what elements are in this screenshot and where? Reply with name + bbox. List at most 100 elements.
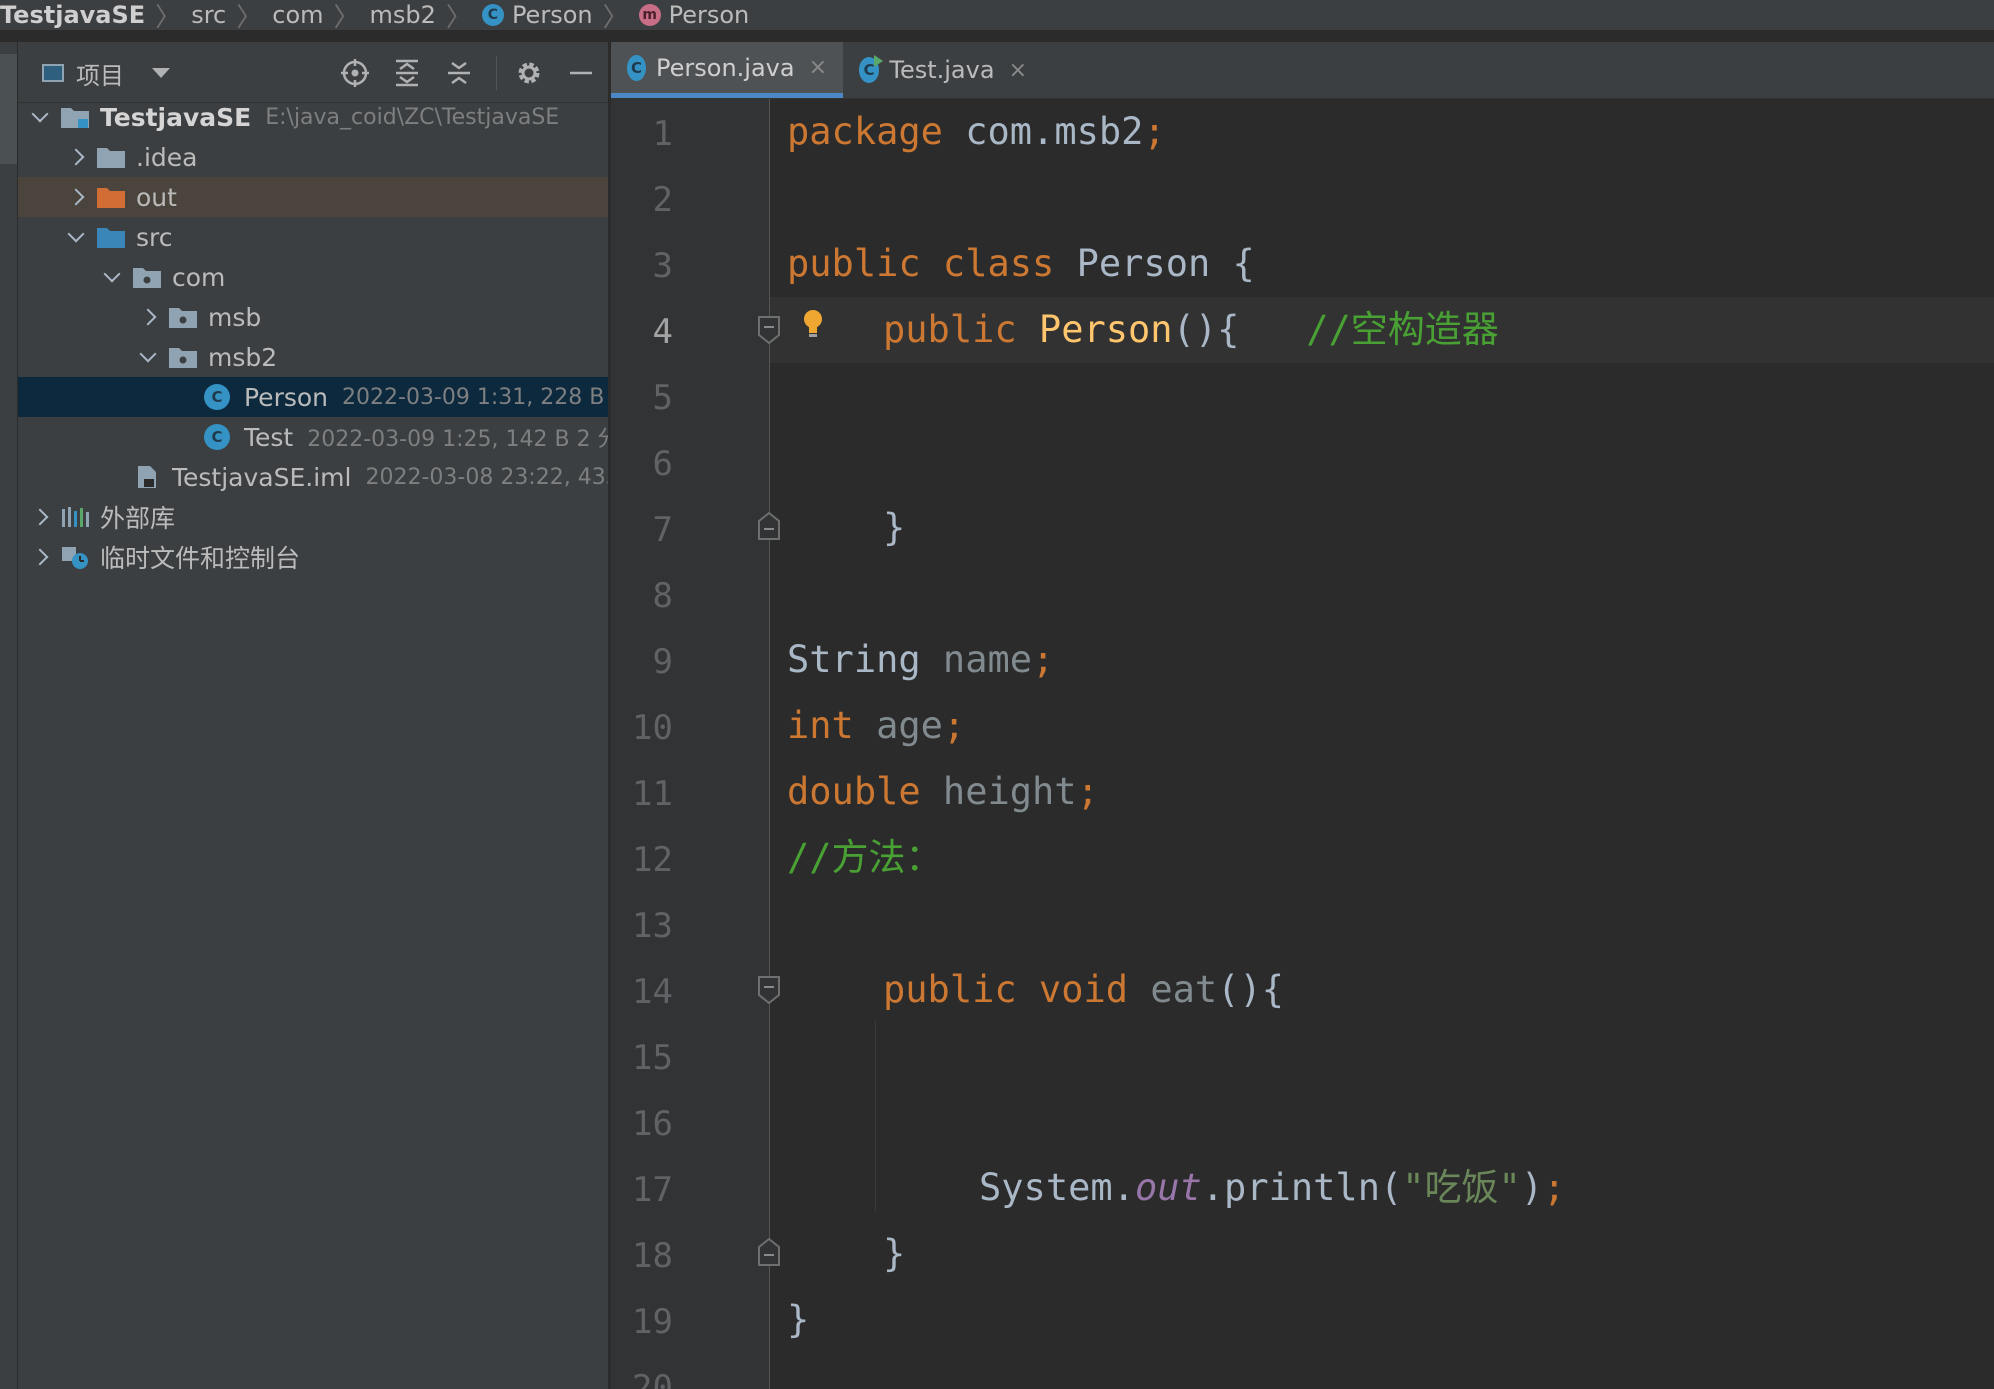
class-icon: C — [204, 384, 230, 410]
expand-all-icon — [396, 59, 418, 87]
locate-file-button[interactable] — [340, 58, 370, 88]
breadcrumb-separator: 〉 — [445, 2, 472, 31]
code-line-19: } — [787, 1298, 810, 1341]
minimize-icon — [570, 71, 592, 75]
chevron-down-icon[interactable] — [136, 345, 160, 363]
code-line-12: //方法： — [787, 836, 943, 879]
tree-item-external-libraries[interactable]: 外部库 — [18, 497, 618, 537]
line-number: 12 — [632, 840, 673, 880]
project-panel: 项目 TestjavaSE E:\java_coid\ZC\TestjavaSE… — [18, 42, 762, 1389]
line-number: 5 — [652, 378, 673, 418]
breadcrumb-item-class[interactable]: C Person — [481, 1, 593, 29]
tree-item-label: Test — [244, 422, 294, 452]
line-number: 20 — [632, 1368, 673, 1389]
breadcrumb-item-msb2[interactable]: msb2 — [370, 1, 436, 29]
tree-item-label: src — [136, 222, 173, 252]
line-number: 9 — [652, 642, 673, 682]
breadcrumb-separator: 〉 — [236, 2, 263, 31]
chevron-down-icon[interactable] — [100, 265, 124, 283]
tree-item-src[interactable]: src — [18, 217, 654, 257]
line-number: 3 — [652, 246, 673, 286]
code-line-1: package com.msb2; — [787, 110, 1166, 153]
tree-item-out[interactable]: out — [18, 177, 654, 217]
lightbulb-icon[interactable] — [801, 307, 825, 341]
code-line-3: public class Person { — [787, 242, 1255, 285]
project-window-icon — [42, 64, 64, 82]
chevron-right-icon[interactable] — [28, 508, 52, 526]
chevron-down-icon — [152, 68, 170, 78]
method-icon: m — [638, 4, 661, 26]
breadcrumb-item-project[interactable]: TestjavaSE — [0, 1, 145, 29]
breadcrumb-item-method[interactable]: m Person — [638, 1, 750, 29]
editor-tab-bar: C Person.java × C Test.java × — [611, 42, 1994, 99]
tree-item-project-root[interactable]: TestjavaSE E:\java_coid\ZC\TestjavaSE — [18, 97, 618, 137]
tree-item-label: msb2 — [208, 342, 278, 372]
breadcrumb-item-src[interactable]: src — [191, 1, 226, 29]
library-icon — [62, 507, 89, 527]
line-number: 10 — [632, 708, 673, 748]
project-tool-window-tab[interactable] — [0, 54, 17, 164]
tree-item-label: .idea — [136, 142, 198, 172]
code-line-10: int age; — [787, 704, 966, 747]
chevron-right-icon[interactable] — [64, 188, 88, 206]
close-icon[interactable]: × — [1009, 58, 1027, 83]
indent-guide — [875, 1021, 876, 1211]
breadcrumb-method-label: Person — [668, 1, 750, 29]
tree-item-meta: 2022-03-09 1:25, 142 B 2 分 — [307, 427, 620, 452]
chevron-right-icon[interactable] — [64, 148, 88, 166]
line-number: 11 — [632, 774, 673, 814]
line-number: 16 — [632, 1104, 673, 1144]
fold-marker-icon[interactable] — [757, 975, 781, 1005]
chevron-down-icon[interactable] — [64, 225, 88, 243]
hide-panel-button[interactable] — [566, 58, 596, 88]
tab-test-java[interactable]: C Test.java × — [843, 42, 1043, 98]
line-number: 4 — [652, 312, 673, 352]
tree-item-meta: 2022-03-08 23:22, 433 B — [365, 464, 642, 490]
line-number: 7 — [652, 510, 673, 550]
line-number: 1 — [652, 114, 673, 154]
gear-icon — [518, 62, 540, 84]
tree-item-iml[interactable]: TestjavaSE.iml 2022-03-08 23:22, 433 B — [18, 457, 690, 497]
settings-button[interactable] — [514, 58, 544, 88]
tree-item-scratches[interactable]: 临时文件和控制台 — [18, 537, 618, 577]
toolbar-divider — [496, 56, 497, 90]
close-icon[interactable]: × — [809, 55, 827, 80]
package-icon — [133, 268, 161, 288]
code-line-4: public Person(){ //空构造器 — [883, 308, 1499, 351]
expand-all-button[interactable] — [392, 58, 422, 88]
tree-item-label: msb — [208, 302, 262, 332]
tab-person-java[interactable]: C Person.java × — [611, 42, 843, 98]
scratches-icon — [62, 547, 88, 569]
chevron-right-icon[interactable] — [28, 548, 52, 566]
line-number: 8 — [652, 576, 673, 616]
fold-marker-icon[interactable] — [757, 511, 781, 541]
code-line-9: String name; — [787, 638, 1055, 681]
line-number: 6 — [652, 444, 673, 484]
class-icon: C — [627, 54, 646, 81]
chevron-right-icon[interactable] — [136, 308, 160, 326]
tree-item-com[interactable]: com — [18, 257, 690, 297]
tree-item-label: com — [172, 262, 226, 292]
code-editor[interactable]: 1 2 3 4 5 6 7 8 9 10 11 12 13 14 15 16 1… — [611, 99, 1994, 1389]
code-line-14: public void eat(){ — [883, 968, 1284, 1011]
fold-marker-icon[interactable] — [757, 315, 781, 345]
chevron-down-icon[interactable] — [28, 105, 52, 123]
tree-item-idea[interactable]: .idea — [18, 137, 654, 177]
line-number: 15 — [632, 1038, 673, 1078]
line-number: 18 — [632, 1236, 673, 1276]
class-icon: C — [481, 4, 504, 26]
editor-gutter[interactable]: 1 2 3 4 5 6 7 8 9 10 11 12 13 14 15 16 1… — [611, 99, 770, 1389]
fold-marker-icon[interactable] — [757, 1237, 781, 1267]
code-line-11: double height; — [787, 770, 1099, 813]
line-number: 19 — [632, 1302, 673, 1342]
module-file-icon — [138, 466, 156, 488]
tree-item-label: 外部库 — [100, 504, 176, 533]
line-number: 17 — [632, 1170, 673, 1210]
collapse-all-icon — [448, 61, 470, 85]
runnable-class-icon: C — [859, 55, 884, 83]
project-panel-title: 项目 — [76, 61, 124, 90]
breadcrumb-item-com[interactable]: com — [272, 1, 323, 29]
project-view-selector[interactable]: 项目 — [42, 56, 170, 90]
tree-item-meta: 2022-03-09 1:31, 228 B 1 — [342, 384, 626, 410]
collapse-all-button[interactable] — [444, 58, 474, 88]
